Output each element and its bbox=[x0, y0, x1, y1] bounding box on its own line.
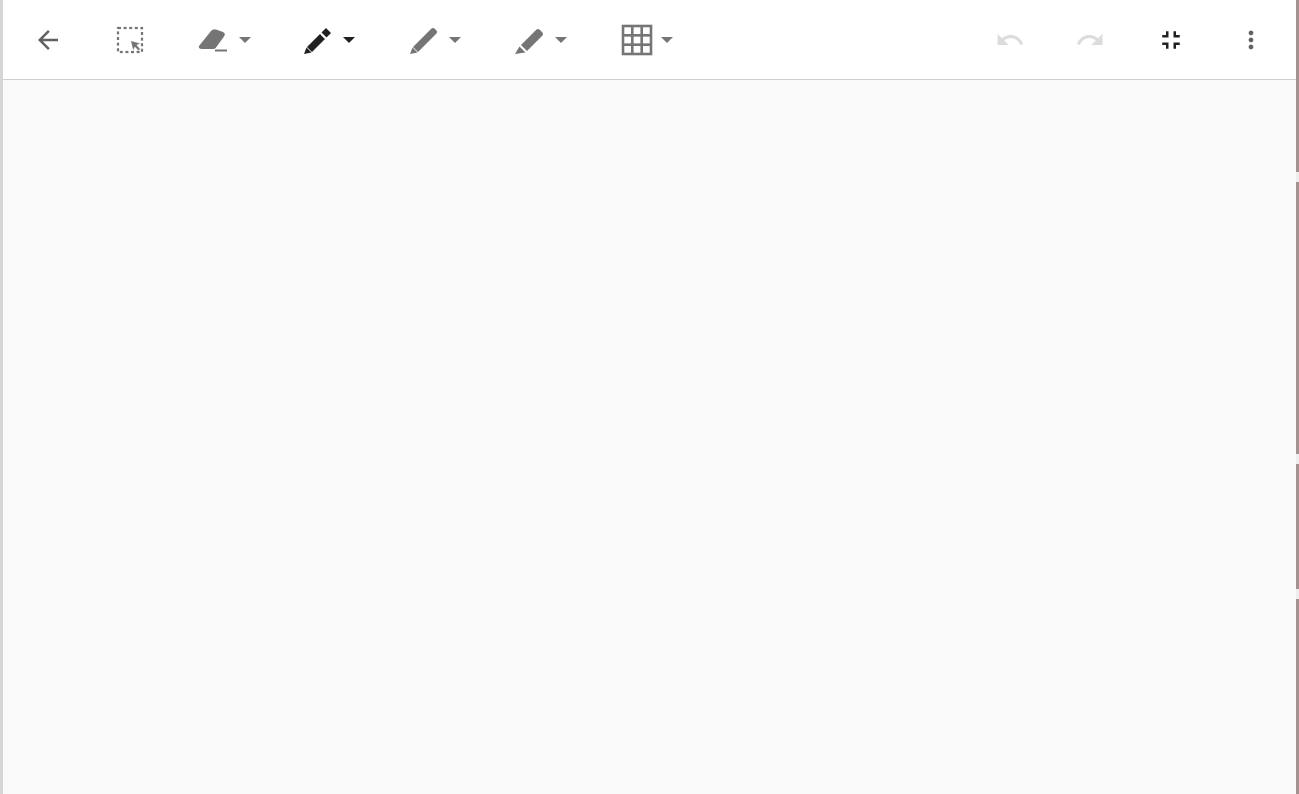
eraser-icon bbox=[198, 29, 227, 52]
chevron-down-icon bbox=[239, 37, 251, 43]
background-tool[interactable] bbox=[621, 0, 675, 80]
drawing-canvas[interactable] bbox=[3, 80, 1296, 794]
highlighter-tool[interactable] bbox=[513, 0, 569, 80]
exit-fullscreen-button[interactable] bbox=[1156, 0, 1186, 80]
arrow-left-icon bbox=[38, 30, 58, 50]
redo-button[interactable] bbox=[1073, 0, 1107, 80]
chevron-down-icon bbox=[661, 37, 673, 43]
pen-tool[interactable] bbox=[407, 0, 463, 80]
marker-icon bbox=[304, 28, 331, 54]
pen-icon bbox=[410, 28, 437, 54]
canvas-app bbox=[0, 0, 1296, 794]
highlighter-icon bbox=[515, 29, 543, 54]
chevron-down-icon bbox=[555, 37, 567, 43]
chevron-down-icon bbox=[449, 37, 461, 43]
back-button[interactable] bbox=[33, 0, 63, 80]
undo-button[interactable] bbox=[993, 0, 1027, 80]
undo-icon bbox=[997, 33, 1024, 45]
eraser-tool[interactable] bbox=[195, 0, 253, 80]
more-options-button[interactable] bbox=[1237, 0, 1265, 80]
fullscreen-exit-icon bbox=[1162, 31, 1180, 49]
redo-icon bbox=[1076, 33, 1103, 45]
lasso-select-icon bbox=[116, 26, 144, 54]
select-tool[interactable] bbox=[115, 0, 145, 80]
chevron-down-icon bbox=[343, 37, 355, 43]
grid-icon bbox=[621, 24, 653, 56]
toolbar bbox=[3, 0, 1296, 80]
marker-tool[interactable] bbox=[301, 0, 357, 80]
window-edge bbox=[1295, 0, 1299, 794]
more-vert-icon bbox=[1248, 30, 1254, 50]
